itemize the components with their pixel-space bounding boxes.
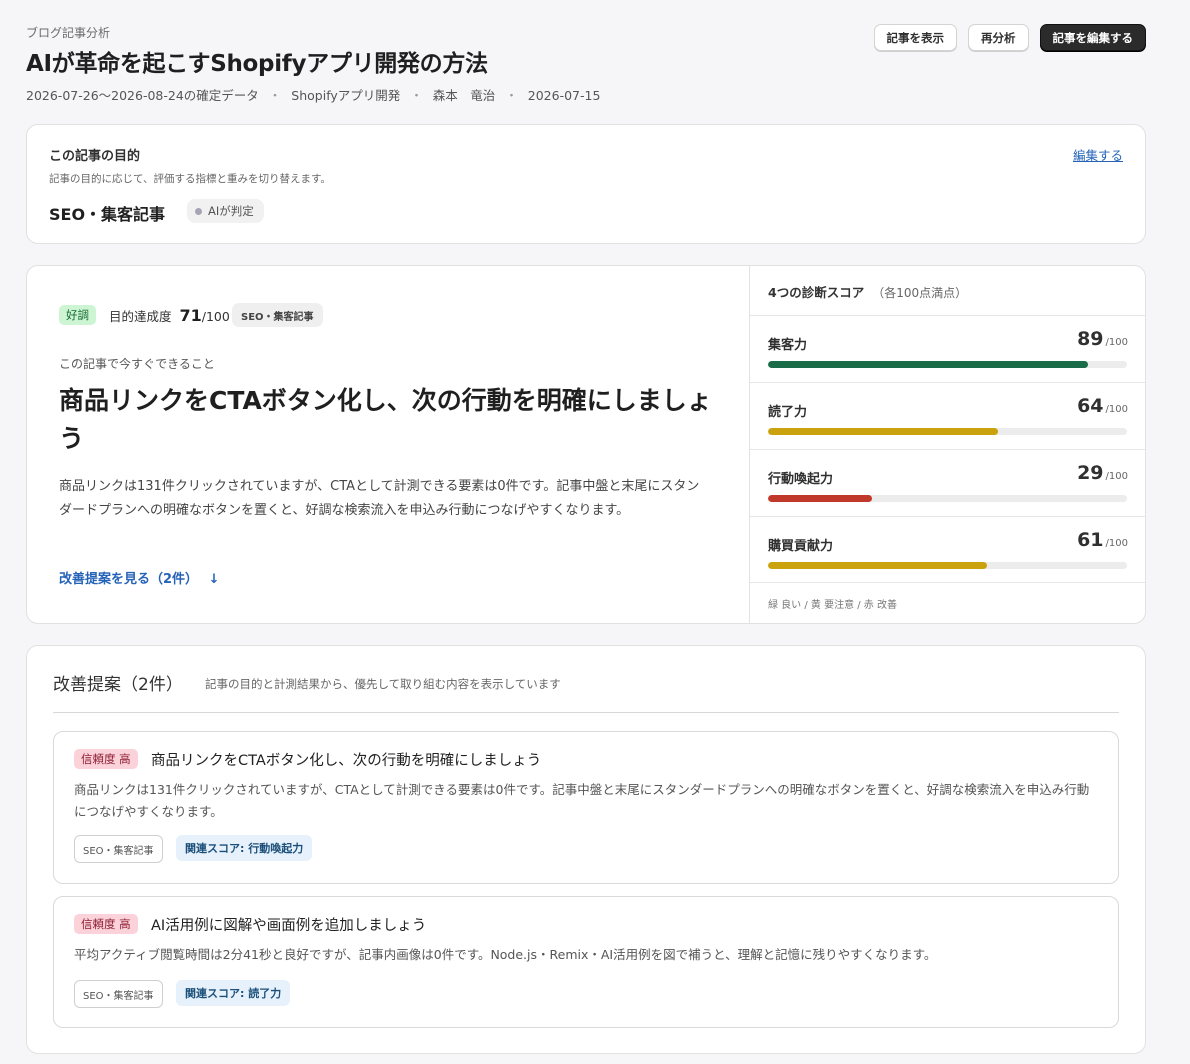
divider (53, 712, 1119, 713)
suggestions-subtitle: 記事の目的と計測結果から、優先して取り組む内容を表示しています (205, 677, 561, 691)
page: ブログ記事分析 AIが革命を起こすShopifyアプリ開発の方法 2026-07… (26, 0, 1146, 1054)
score-bar (768, 495, 1127, 502)
status-badge: 好調 (59, 305, 96, 325)
score-name: 行動喚起力 (768, 472, 834, 487)
score-legend: 緑 良い / 黄 要注意 / 赤 改善 (768, 600, 897, 611)
purpose-tag: SEO・集客記事 (74, 835, 163, 863)
suggestions-card: 改善提案（2件） 記事の目的と計測結果から、優先して取り組む内容を表示しています… (26, 645, 1146, 1054)
score-bar-fill (768, 361, 1088, 368)
header-actions: 記事を表示 再分析 記事を編集する (873, 24, 1146, 51)
score-bar-fill (768, 495, 873, 502)
score-row: 行動喚起力 29/100 (750, 449, 1145, 516)
score-row: 読了力 64/100 (750, 382, 1145, 449)
now-action-label: この記事で今すぐできること (59, 357, 215, 371)
score-number: 89 (1077, 328, 1104, 350)
purpose-tag: SEO・集客記事 (232, 303, 323, 327)
achievement-max: /100 (201, 309, 230, 324)
score-name: 読了力 (768, 405, 808, 420)
breadcrumb: ブログ記事分析 (26, 26, 111, 40)
achievement-label: 目的達成度 (109, 309, 172, 324)
score-bar-fill (768, 428, 998, 435)
reanalyze-button[interactable]: 再分析 (968, 24, 1029, 51)
summary-card: 好調 目的達成度 71/100 SEO・集客記事 この記事で今すぐできること 商… (26, 265, 1146, 624)
score-max: /100 (1105, 404, 1128, 415)
confidence-badge: 信頼度 高 (74, 749, 138, 769)
recommendation-headline: 商品リンクをCTAボタン化し、次の行動を明確にしましょう (59, 386, 712, 453)
score-value: 29/100 (1077, 462, 1128, 484)
related-score-tag: 関連スコア: 読了力 (176, 980, 291, 1006)
divider (750, 582, 1145, 583)
score-value: 89/100 (1077, 328, 1128, 350)
view-suggestions-label: 改善提案を見る（2件） (59, 572, 199, 587)
score-max: /100 (1105, 337, 1128, 348)
suggestion-title: 商品リンクをCTAボタン化し、次の行動を明確にしましょう (151, 753, 542, 769)
article-meta: 2026-07-26〜2026-08-24の確定データ ・ Shopifyアプリ… (26, 85, 600, 104)
edit-purpose-link[interactable]: 編集する (1073, 145, 1123, 164)
meta-separator: ・ (268, 88, 282, 103)
suggestion-description: 商品リンクは131件クリックされていますが、CTAとして計測できる要素は0件です… (74, 782, 1090, 819)
meta-category: Shopifyアプリ開発 (291, 88, 401, 103)
purpose-card: この記事の目的 記事の目的に応じて、評価する指標と重みを切り替えます。 SEO・… (26, 124, 1146, 244)
confidence-badge: 信頼度 高 (74, 914, 138, 934)
view-suggestions-link[interactable]: 改善提案を見る（2件） ↓ (59, 568, 219, 587)
score-max: /100 (1105, 538, 1128, 549)
recommendation-body: 商品リンクは131件クリックされていますが、CTAとして計測できる要素は0件です… (59, 479, 700, 518)
score-bar (768, 428, 1127, 435)
summary-main: 好調 目的達成度 71/100 SEO・集客記事 この記事で今すぐできること 商… (27, 266, 749, 623)
ai-judged-badge: AIが判定 (187, 199, 264, 223)
scores-title-label: 4つの診断スコア (768, 285, 865, 300)
score-row: 集客力 89/100 (750, 315, 1145, 382)
arrow-down-icon: ↓ (208, 572, 220, 587)
purpose-value: SEO・集客記事 (49, 205, 166, 224)
score-value: 61/100 (1077, 529, 1128, 551)
score-value: 64/100 (1077, 395, 1128, 417)
score-bar (768, 562, 1127, 569)
view-article-button[interactable]: 記事を表示 (873, 24, 957, 51)
meta-separator: ・ (505, 88, 518, 103)
score-number: 61 (1077, 529, 1104, 551)
suggestion-item: 信頼度 高 AI活用例に図解や画面例を追加しましょう 平均アクティブ閲覧時間は2… (53, 896, 1119, 1028)
suggestion-description: 平均アクティブ閲覧時間は2分41秒と良好ですが、記事内画像は0件です。Node.… (74, 947, 937, 962)
suggestion-title: AI活用例に図解や画面例を追加しましょう (151, 918, 427, 934)
score-number: 64 (1077, 395, 1104, 417)
score-max: /100 (1105, 471, 1128, 482)
score-bar (768, 361, 1127, 368)
status-dot-icon (195, 207, 202, 215)
diagnostic-scores: 4つの診断スコア （各100点満点） 集客力 89/100 読了力 64/100 … (749, 266, 1145, 623)
purpose-title: この記事の目的 (49, 149, 141, 164)
meta-period: 2026-07-26〜2026-08-24の確定データ (26, 88, 259, 103)
related-score-tag: 関連スコア: 行動喚起力 (176, 835, 313, 861)
edit-article-button[interactable]: 記事を編集する (1039, 24, 1146, 51)
scores-subtitle: （各100点満点） (872, 286, 968, 300)
ai-badge-label: AIが判定 (208, 204, 254, 218)
meta-separator: ・ (410, 88, 423, 103)
purpose-tag: SEO・集客記事 (74, 980, 163, 1008)
score-bar-fill (768, 562, 987, 569)
purpose-description: 記事の目的に応じて、評価する指標と重みを切り替えます。 (49, 173, 331, 185)
scores-title: 4つの診断スコア （各100点満点） (768, 282, 967, 301)
achievement-score: 目的達成度 71/100 (109, 306, 230, 325)
score-row: 購買貢献力 61/100 (750, 516, 1145, 583)
suggestion-item: 信頼度 高 商品リンクをCTAボタン化し、次の行動を明確にしましょう 商品リンク… (53, 731, 1119, 884)
score-name: 購買貢献力 (768, 539, 834, 554)
score-name: 集客力 (768, 338, 808, 353)
meta-date: 2026-07-15 (527, 88, 601, 103)
page-header: ブログ記事分析 AIが革命を起こすShopifyアプリ開発の方法 2026-07… (26, 0, 1146, 118)
page-title: AIが革命を起こすShopifyアプリ開発の方法 (26, 51, 488, 77)
meta-author: 森本 竜治 (432, 88, 496, 103)
achievement-value: 71 (179, 306, 202, 325)
suggestions-title: 改善提案（2件） (53, 675, 183, 695)
score-number: 29 (1077, 462, 1104, 484)
